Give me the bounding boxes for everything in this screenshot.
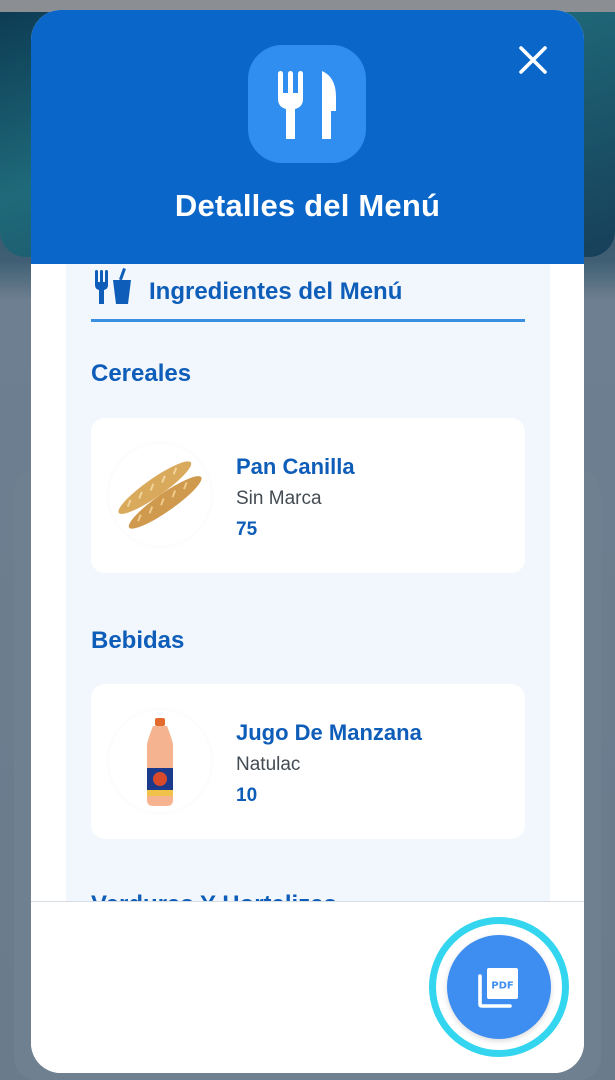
item-brand: Natulac [236,754,301,775]
close-icon [519,46,547,74]
section-title: Ingredientes del Menú [149,278,403,305]
modal-footer: PDF [31,901,584,1073]
fork-knife-icon [248,45,366,163]
modal-title: Detalles del Menú [174,188,441,223]
item-name: Jugo De Manzana [236,720,422,745]
export-pdf-button[interactable]: PDF [447,935,551,1039]
utensils-drink-icon [93,264,133,313]
category-title-cereales: Cereales [91,360,192,387]
pdf-label: PDF [491,981,513,992]
ingredient-card[interactable]: Pan Canilla Sin Marca 75 [91,418,525,573]
menu-details-modal: Detalles del Menú Ingredientes del Menú … [31,10,584,1073]
item-brand: Sin Marca [236,488,322,509]
item-image-baguette [109,444,211,546]
item-quantity: 10 [236,785,258,806]
modal-header: Detalles del Menú [31,10,584,264]
item-quantity: 75 [236,519,258,540]
section-header: Ingredientes del Menú [91,264,525,322]
category-title-verduras: Verduras Y Hortalizas [91,891,337,901]
menu-content-scroll[interactable]: Ingredientes del Menú Cereales Pan Canil… [66,264,550,901]
category-title-bebidas: Bebidas [91,627,185,654]
item-image-juice-bottle [109,710,211,812]
pdf-button-focus-ring: PDF [429,917,569,1057]
ingredient-card[interactable]: Jugo De Manzana Natulac 10 [91,684,525,839]
pdf-file-icon: PDF [478,968,518,1008]
item-name: Pan Canilla [236,454,355,479]
close-button[interactable] [513,40,553,80]
